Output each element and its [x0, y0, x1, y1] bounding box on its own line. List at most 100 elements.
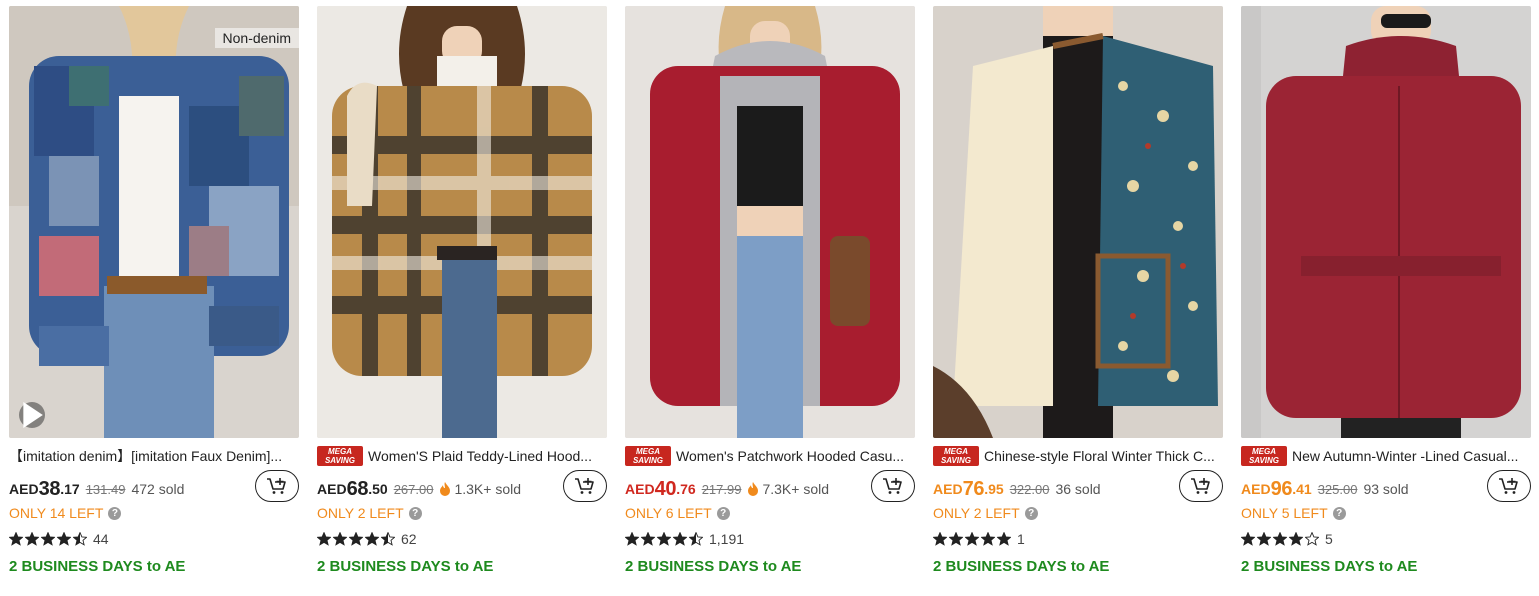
review-count[interactable]: 5 — [1325, 531, 1333, 547]
title-row: MEGA SAVING New Autumn-Winter -Lined Casu… — [1241, 446, 1531, 466]
fire-icon — [440, 482, 451, 496]
price-integer: 76 — [962, 477, 985, 500]
product-title[interactable]: Women'S Plaid Teddy-Lined Hood... — [368, 448, 607, 464]
star-icon — [1241, 532, 1255, 546]
star-rating — [1241, 532, 1321, 546]
original-price: 322.00 — [1009, 481, 1050, 497]
add-to-cart-button[interactable] — [563, 470, 607, 502]
review-count[interactable]: 1 — [1017, 531, 1025, 547]
star-icon — [1305, 532, 1319, 546]
product-image[interactable] — [1241, 6, 1531, 438]
review-count[interactable]: 1,191 — [709, 531, 744, 547]
rating: 44 — [9, 531, 109, 547]
product-image[interactable] — [933, 6, 1223, 438]
sold-count: 472 sold — [131, 481, 185, 497]
star-icon — [657, 532, 671, 546]
price-integer: 38 — [38, 477, 61, 500]
product-image[interactable]: Non-denim — [9, 6, 299, 438]
star-icon — [381, 532, 395, 546]
mega-saving-badge: MEGA SAVING — [1241, 446, 1287, 466]
product-title[interactable]: Chinese-style Floral Winter Thick C... — [984, 448, 1223, 464]
star-icon — [1289, 532, 1303, 546]
original-price: 325.00 — [1317, 481, 1358, 497]
play-video-icon[interactable] — [19, 402, 45, 428]
price-currency: AED — [1241, 481, 1271, 497]
star-icon — [57, 532, 71, 546]
price-integer: 40 — [654, 477, 677, 500]
product-title[interactable]: 【imitation denim】[imitation Faux Denim].… — [9, 446, 299, 466]
product-photo-red-hooded-coat — [625, 6, 915, 438]
product-photo-burgundy-windbreaker — [1241, 6, 1531, 438]
info-icon[interactable]: ? — [716, 506, 730, 520]
price-decimal: .41 — [1292, 481, 1312, 497]
stock-warning: ONLY 5 LEFT ? — [1241, 505, 1346, 521]
product-image[interactable] — [317, 6, 607, 438]
price-integer: 96 — [1270, 477, 1293, 500]
cart-plus-icon — [267, 478, 286, 494]
rating: 5 — [1241, 531, 1333, 547]
sold-count: 36 sold — [1055, 481, 1101, 497]
cart-plus-icon — [1191, 478, 1210, 494]
stock-text: ONLY 6 LEFT — [625, 505, 712, 521]
product-photo-plaid-jacket — [317, 6, 607, 438]
shipping-info: 2 BUSINESS DAYS to AE — [317, 558, 494, 575]
star-rating — [933, 532, 1013, 546]
info-icon[interactable]: ? — [408, 506, 422, 520]
info-icon[interactable]: ? — [108, 506, 122, 520]
star-rating — [9, 532, 89, 546]
stock-text: ONLY 14 LEFT — [9, 505, 104, 521]
star-icon — [365, 532, 379, 546]
price-currency: AED — [933, 481, 963, 497]
star-icon — [965, 532, 979, 546]
product-title[interactable]: New Autumn-Winter -Lined Casual... — [1292, 448, 1531, 464]
review-count[interactable]: 62 — [401, 531, 417, 547]
star-icon — [625, 532, 639, 546]
title-row: MEGA SAVING Women's Patchwork Hooded Casu… — [625, 446, 915, 466]
product-card[interactable]: MEGA SAVING Chinese-style Floral Winter T… — [933, 0, 1223, 596]
title-row: MEGA SAVING Chinese-style Floral Winter T… — [933, 446, 1223, 466]
add-to-cart-button[interactable] — [1487, 470, 1531, 502]
stock-warning: ONLY 14 LEFT ? — [9, 505, 122, 521]
star-icon — [1257, 532, 1271, 546]
price-decimal: .50 — [368, 481, 388, 497]
price-currency: AED — [317, 481, 347, 497]
original-price: 267.00 — [393, 481, 434, 497]
shipping-info: 2 BUSINESS DAYS to AE — [1241, 558, 1418, 575]
price-integer: 68 — [346, 477, 369, 500]
product-card[interactable]: Non-denim 【imitation denim】[imitation Fa… — [9, 0, 299, 596]
star-icon — [933, 532, 947, 546]
shipping-info: 2 BUSINESS DAYS to AE — [625, 558, 802, 575]
product-card[interactable]: MEGA SAVING New Autumn-Winter -Lined Casu… — [1241, 0, 1531, 596]
product-card[interactable]: MEGA SAVING Women's Patchwork Hooded Casu… — [625, 0, 915, 596]
add-to-cart-button[interactable] — [1179, 470, 1223, 502]
cart-plus-icon — [1499, 478, 1518, 494]
mega-saving-badge: MEGA SAVING — [933, 446, 979, 466]
title-row: 【imitation denim】[imitation Faux Denim].… — [9, 446, 299, 466]
title-row: MEGA SAVING Women'S Plaid Teddy-Lined Hoo… — [317, 446, 607, 466]
star-icon — [25, 532, 39, 546]
shipping-info: 2 BUSINESS DAYS to AE — [933, 558, 1110, 575]
info-icon[interactable]: ? — [1024, 506, 1038, 520]
stock-warning: ONLY 2 LEFT ? — [317, 505, 422, 521]
mega-saving-badge: MEGA SAVING — [317, 446, 363, 466]
rating: 1 — [933, 531, 1025, 547]
product-grid: Non-denim 【imitation denim】[imitation Fa… — [0, 0, 1539, 596]
original-price: 131.49 — [85, 481, 126, 497]
product-title[interactable]: Women's Patchwork Hooded Casu... — [676, 448, 915, 464]
star-icon — [349, 532, 363, 546]
add-to-cart-button[interactable] — [255, 470, 299, 502]
star-icon — [1273, 532, 1287, 546]
product-card[interactable]: MEGA SAVING Women'S Plaid Teddy-Lined Hoo… — [317, 0, 607, 596]
stock-warning: ONLY 6 LEFT ? — [625, 505, 730, 521]
product-photo-floral-quilted-jacket — [933, 6, 1223, 438]
info-icon[interactable]: ? — [1332, 506, 1346, 520]
star-icon — [641, 532, 655, 546]
rating: 1,191 — [625, 531, 744, 547]
review-count[interactable]: 44 — [93, 531, 109, 547]
star-icon — [317, 532, 331, 546]
price-currency: AED — [625, 481, 655, 497]
price-decimal: .17 — [60, 481, 80, 497]
add-to-cart-button[interactable] — [871, 470, 915, 502]
star-icon — [949, 532, 963, 546]
product-image[interactable] — [625, 6, 915, 438]
